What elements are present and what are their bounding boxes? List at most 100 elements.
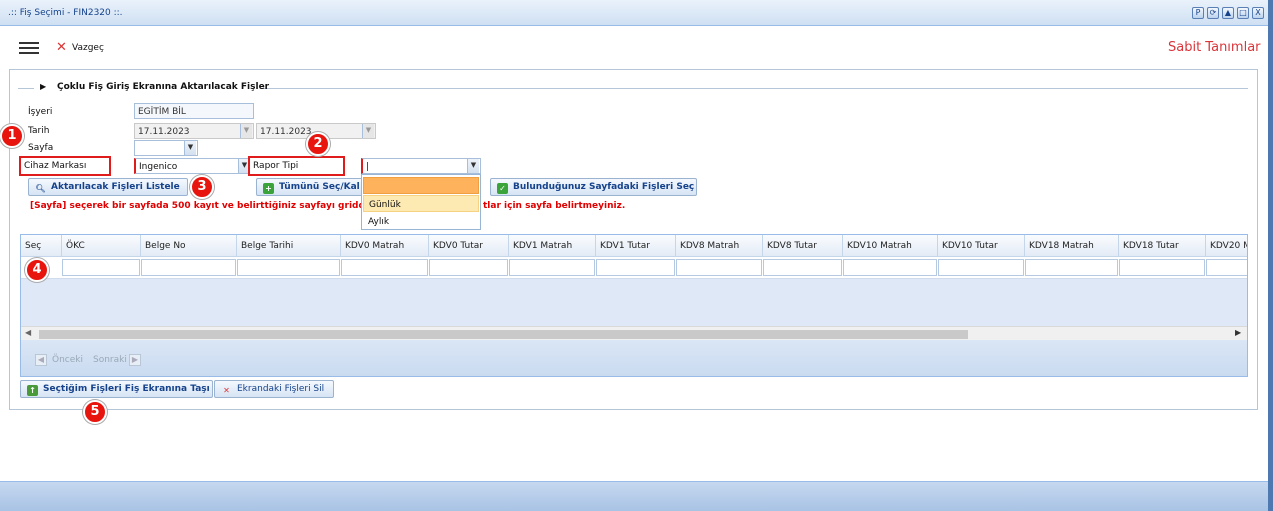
delete-x-icon: ✕: [223, 386, 230, 395]
cihaz-markasi-label-box: Cihaz Markası: [19, 156, 111, 176]
rapor-tipi-label-box: Rapor Tipi: [248, 156, 345, 176]
window-titlebar: .:: Fiş Seçimi - FIN2320 ::. P ⟳ ▲ □ X: [0, 0, 1273, 26]
hamburger-icon[interactable]: [19, 42, 39, 54]
grid-cell[interactable]: [62, 259, 140, 276]
delete-receipts-label: Ekrandaki Fişleri Sil: [237, 384, 325, 394]
grid-cell[interactable]: [938, 259, 1024, 276]
grid-cell[interactable]: [141, 259, 236, 276]
prev-page-icon[interactable]: ◀: [35, 354, 47, 366]
column-header[interactable]: ÖKC: [62, 235, 141, 257]
tarih-label: Tarih: [28, 126, 50, 136]
grid-pager: ◀ Önceki Sonraki ▶: [21, 340, 1247, 376]
plus-icon: +: [263, 183, 274, 194]
sayfa-label: Sayfa: [28, 143, 54, 153]
grid-cell[interactable]: [596, 259, 675, 276]
fieldset-border: [18, 88, 34, 89]
list-receipts-button[interactable]: 🔍︎ Aktarılacak Fişleri Listele: [28, 178, 188, 196]
column-header[interactable]: KDV0 Tutar: [429, 235, 509, 257]
rapor-tipi-dropdown-list: Günlük Aylık: [361, 174, 481, 230]
column-header[interactable]: Seç: [21, 235, 62, 257]
fieldset-border: [264, 88, 1248, 89]
checkmark-icon: ✓: [497, 183, 508, 194]
grid-cell[interactable]: [341, 259, 428, 276]
move-receipts-label: Seçtiğim Fişleri Fiş Ekranına Taşı: [43, 384, 210, 394]
cihaz-markasi-value: Ingenico: [139, 162, 178, 172]
column-header[interactable]: Belge No: [141, 235, 237, 257]
list-receipts-label: Aktarılacak Fişleri Listele: [51, 182, 180, 192]
panel-legend: Çoklu Fiş Giriş Ekranına Aktarılacak Fiş…: [57, 82, 270, 92]
cihaz-markasi-field[interactable]: Ingenico: [134, 158, 250, 174]
chevron-down-icon[interactable]: ▼: [184, 141, 196, 155]
grid-cell[interactable]: [509, 259, 595, 276]
annotation-marker-1: 1: [0, 124, 24, 148]
select-page-button[interactable]: ✓ Bulunduğunuz Sayfadaki Fişleri Seç: [490, 178, 697, 196]
column-header[interactable]: KDV1 Matrah: [509, 235, 596, 257]
dropdown-option-empty[interactable]: [363, 177, 479, 194]
scroll-right-icon[interactable]: ▶: [1235, 328, 1241, 337]
grid-cell[interactable]: [676, 259, 762, 276]
warning-text-left: [Sayfa] seçerek bir sayfada 500 kayıt ve…: [30, 201, 386, 211]
pin-icon[interactable]: P: [1192, 7, 1204, 19]
window-title: .:: Fiş Seçimi - FIN2320 ::.: [8, 8, 123, 18]
column-header[interactable]: KDV18 Tutar: [1119, 235, 1206, 257]
window-edge: [1268, 0, 1273, 511]
cancel-button[interactable]: Vazgeç: [72, 43, 104, 53]
horizontal-scrollbar[interactable]: ◀ ▶: [21, 326, 1247, 340]
grid-cell[interactable]: [237, 259, 340, 276]
cihaz-markasi-label: Cihaz Markası: [24, 161, 87, 171]
annotation-marker-5: 5: [83, 400, 107, 424]
isyeri-label: İşyeri: [28, 107, 53, 117]
refresh-icon[interactable]: ⟳: [1207, 7, 1219, 19]
rapor-tipi-field[interactable]: |: [361, 158, 481, 174]
tarih-to-value: 17.11.2023: [260, 127, 312, 137]
isyeri-field[interactable]: EGİTİM BİL: [134, 103, 254, 119]
maximize-icon[interactable]: □: [1237, 7, 1249, 19]
grid-cell[interactable]: [429, 259, 508, 276]
select-all-button[interactable]: + Tümünü Seç/Kal: [256, 178, 364, 196]
dropdown-option-aylik[interactable]: Aylık: [363, 213, 479, 230]
next-page-button[interactable]: Sonraki: [93, 355, 127, 365]
next-page-icon[interactable]: ▶: [129, 354, 141, 366]
move-receipts-button[interactable]: ↑ Seçtiğim Fişleri Fiş Ekranına Taşı: [20, 380, 213, 398]
scroll-left-icon[interactable]: ◀: [25, 328, 31, 337]
receipts-grid: Seç ÖKC Belge No Belge Tarihi KDV0 Matra…: [20, 234, 1248, 377]
chevron-down-icon[interactable]: ▼: [467, 159, 479, 173]
sabit-tanimlar-link[interactable]: Sabit Tanımlar: [1168, 40, 1261, 55]
column-header[interactable]: KDV10 Tutar: [938, 235, 1025, 257]
tarih-from-value: 17.11.2023: [138, 127, 190, 137]
column-header[interactable]: KDV18 Matrah: [1025, 235, 1119, 257]
grid-cell[interactable]: [1206, 259, 1247, 276]
column-header[interactable]: KDV8 Tutar: [763, 235, 843, 257]
tarih-from-field[interactable]: 17.11.2023: [134, 123, 254, 139]
status-bar: [0, 481, 1268, 511]
scrollbar-thumb[interactable]: [39, 330, 968, 339]
collapse-icon[interactable]: ▲: [1222, 7, 1234, 19]
rapor-tipi-value: |: [366, 162, 370, 172]
column-header[interactable]: KDV20 M: [1206, 235, 1247, 257]
close-window-icon[interactable]: X: [1252, 7, 1264, 19]
dropdown-option-gunluk[interactable]: Günlük: [363, 195, 479, 212]
annotation-marker-3: 3: [190, 175, 214, 199]
grid-cell[interactable]: [763, 259, 842, 276]
select-all-label: Tümünü Seç/Kal: [279, 182, 360, 192]
grid-cell[interactable]: [1119, 259, 1205, 276]
column-header[interactable]: KDV8 Matrah: [676, 235, 763, 257]
annotation-marker-4: 4: [25, 258, 49, 282]
grid-cell[interactable]: [843, 259, 937, 276]
grid-cell[interactable]: [1025, 259, 1118, 276]
column-header[interactable]: KDV10 Matrah: [843, 235, 938, 257]
column-header[interactable]: KDV1 Tutar: [596, 235, 676, 257]
collapse-arrow-icon[interactable]: ▶: [40, 82, 46, 91]
calendar-trigger-icon[interactable]: ▼: [362, 124, 374, 138]
annotation-marker-2: 2: [306, 132, 330, 156]
column-header[interactable]: KDV0 Matrah: [341, 235, 429, 257]
close-icon[interactable]: ✕: [56, 41, 67, 54]
column-header[interactable]: Belge Tarihi: [237, 235, 341, 257]
delete-receipts-button[interactable]: ✕ Ekrandaki Fişleri Sil: [214, 380, 334, 398]
calendar-trigger-icon[interactable]: ▼: [240, 124, 252, 138]
grid-header: Seç ÖKC Belge No Belge Tarihi KDV0 Matra…: [21, 235, 1247, 257]
prev-page-button[interactable]: Önceki: [52, 355, 83, 365]
table-row[interactable]: [21, 257, 1247, 279]
export-arrow-icon: ↑: [27, 385, 38, 396]
search-icon: 🔍︎: [35, 184, 46, 193]
